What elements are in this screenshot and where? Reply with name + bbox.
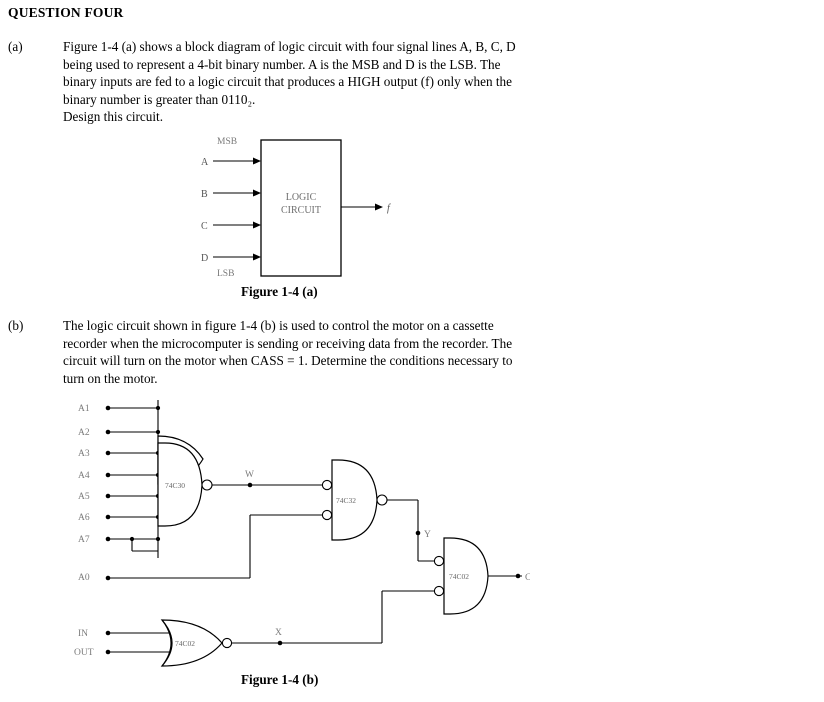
arrow-input-c — [253, 221, 261, 229]
node-dot-cass — [515, 573, 521, 579]
figure-1-4-b-caption: Figure 1-4 (b) — [241, 672, 319, 687]
part-b-line-1: The logic circuit shown in figure 1-4 (b… — [63, 317, 543, 335]
gate-74c02-output-input-bubble-bottom — [433, 585, 445, 597]
figure-1-4-b: A1 A2 A3 A4 A5 A6 A7 A0 IN OUT 74C30 W 7… — [70, 398, 530, 668]
input-label-c: C — [201, 221, 208, 232]
part-b-line-2-text: recorder when the microcomputer is sendi… — [63, 335, 513, 351]
part-a-line-4-text: binary number is greater than 0110₂. — [63, 91, 256, 107]
document-page: QUESTION FOUR (a) Figure 1-4 (a) shows a… — [0, 0, 824, 702]
question-part-b: (b) The logic circuit shown in figure 1-… — [8, 317, 543, 387]
part-b-line-4: turn on the motor. — [63, 370, 543, 388]
node-dot-w — [247, 482, 253, 488]
arrow-input-b — [253, 189, 261, 197]
output-label-cass: CASS — [525, 573, 530, 583]
part-b-line-1-text: The logic circuit shown in figure 1-4 (b… — [63, 318, 494, 333]
lsb-label: LSB — [217, 269, 234, 279]
input-label-a1: A1 — [78, 404, 90, 414]
part-a-line-1-text: Figure 1-4 (a) shows a block diagram of … — [63, 39, 516, 54]
input-label-out: OUT — [74, 648, 94, 658]
input-label-a: A — [201, 157, 209, 168]
part-a-line-2: being used to represent a 4-bit binary n… — [63, 56, 543, 74]
input-label-b: B — [201, 189, 208, 200]
gate-74c02-nor-chip-label: 74C02 — [175, 639, 195, 648]
part-a-line-2-text: being used to represent a 4-bit binary n… — [63, 56, 501, 72]
msb-label: MSB — [217, 137, 237, 147]
gate-74c30-chip-label: 74C30 — [165, 481, 185, 490]
part-a-body: Figure 1-4 (a) shows a block diagram of … — [63, 38, 543, 126]
bus-junction-dots — [129, 405, 161, 542]
node-label-y: Y — [424, 530, 431, 540]
figure-1-4-b-svg: A1 A2 A3 A4 A5 A6 A7 A0 IN OUT 74C30 W 7… — [74, 400, 530, 667]
input-label-a0: A0 — [78, 573, 90, 583]
wire-a0-to-gate-74c32 — [108, 514, 322, 579]
part-a-line-4: binary number is greater than 0110₂. — [63, 91, 543, 109]
figure-1-4-a-caption: Figure 1-4 (a) — [241, 284, 318, 299]
figure-1-4-a-svg: LOGIC CIRCUIT MSB LSB A B C D f — [201, 137, 391, 279]
gate-74c32-input-bubble-bottom — [321, 509, 333, 521]
node-label-x: X — [275, 628, 282, 638]
part-b-label: (b) — [8, 318, 24, 333]
gate-74c02-nor: 74C02 — [160, 619, 233, 667]
gate-74c02-output-input-bubble-top — [433, 555, 445, 567]
arrow-output-f — [375, 203, 383, 211]
gate-74c02-output: 74C02 — [433, 537, 489, 615]
input-wires-bus — [108, 407, 158, 540]
gate-74c32-input-bubble-top — [321, 479, 333, 491]
input-label-a7: A7 — [78, 535, 90, 545]
figure-1-4-a: LOGIC CIRCUIT MSB LSB A B C D f — [185, 132, 445, 282]
input-label-in: IN — [78, 629, 88, 639]
part-a-line-3-text: binary inputs are fed to a logic circuit… — [63, 74, 512, 89]
part-a-line-1: Figure 1-4 (a) shows a block diagram of … — [63, 38, 543, 56]
arrow-input-d — [253, 253, 261, 261]
gate-74c02-output-chip-label: 74C02 — [449, 572, 469, 581]
node-dot-y — [415, 530, 421, 536]
gate-74c32: 74C32 — [321, 459, 388, 541]
input-label-a5: A5 — [78, 492, 90, 502]
output-label-f: f — [387, 203, 391, 214]
node-label-w: W — [245, 470, 254, 480]
wire-x — [232, 590, 434, 644]
part-b-line-3: circuit will turn on the motor when CASS… — [63, 352, 543, 370]
input-label-a6: A6 — [78, 513, 90, 523]
part-a-label: (a) — [8, 39, 23, 54]
part-b-body: The logic circuit shown in figure 1-4 (b… — [63, 317, 543, 387]
part-b-line-3-text: circuit will turn on the motor when CASS… — [63, 353, 513, 368]
logic-circuit-block-label-line1: LOGIC — [286, 192, 317, 203]
node-dot-x — [277, 640, 283, 646]
input-label-a2: A2 — [78, 428, 90, 438]
input-terminal-dots — [105, 405, 111, 655]
part-a-line-3: binary inputs are fed to a logic circuit… — [63, 73, 543, 91]
logic-circuit-block-label-line2: CIRCUIT — [281, 205, 321, 216]
input-label-a4: A4 — [78, 471, 90, 481]
gate-74c02-nor-output-bubble — [221, 637, 233, 649]
part-a-line-5: Design this circuit. — [63, 108, 543, 126]
input-label-d: D — [201, 253, 208, 264]
part-b-line-2: recorder when the microcomputer is sendi… — [63, 335, 543, 353]
input-label-a3: A3 — [78, 449, 90, 459]
page-title: QUESTION FOUR — [8, 5, 124, 20]
arrow-input-a — [253, 157, 261, 165]
gate-74c30: 74C30 — [157, 435, 213, 527]
question-part-a: (a) Figure 1-4 (a) shows a block diagram… — [8, 38, 543, 126]
gate-74c30-output-bubble — [201, 479, 213, 491]
a7-stub — [131, 539, 158, 552]
gate-74c32-chip-label: 74C32 — [336, 496, 356, 505]
part-a-line-5-text: Design this circuit. — [63, 109, 163, 124]
part-b-line-4-text: turn on the motor. — [63, 370, 158, 386]
gate-74c32-output-bubble — [376, 494, 388, 506]
